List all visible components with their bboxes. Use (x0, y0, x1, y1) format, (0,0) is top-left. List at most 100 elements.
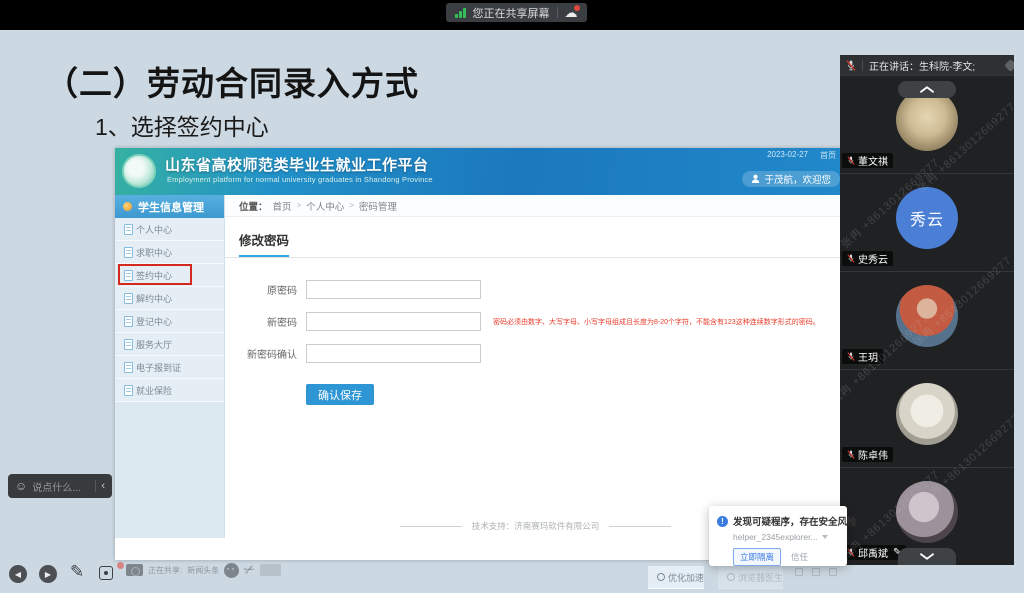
sidebar-item-label: 服务大厅 (136, 338, 172, 351)
sidebar-item-label: 就业保险 (136, 384, 172, 397)
sidebar-item-label: 电子报到证 (136, 361, 181, 374)
sidebar-item-termination-center[interactable]: 解约中心 (115, 287, 224, 310)
share-status-cluster: 正在共享: 新闻头条 ✂ (117, 562, 281, 578)
breadcrumb-separator: > (297, 201, 302, 210)
speaking-label: 正在讲话：生科院-李文; (869, 58, 975, 73)
slide-subtitle: 1、选择签约中心 (95, 108, 269, 142)
portal-home-link[interactable]: 首页 (820, 150, 836, 161)
mic-muted-icon (847, 351, 855, 362)
emoji-icon[interactable]: ☺ (15, 480, 27, 492)
sidebar-header-label: 学生信息管理 (138, 199, 204, 215)
chat-quick-bar[interactable]: ☺ 说点什么... ‹ (8, 474, 112, 498)
confirm-save-button[interactable]: 确认保存 (306, 384, 374, 405)
scroll-down-button[interactable] (898, 548, 956, 565)
chat-input-placeholder[interactable]: 说点什么... (32, 479, 90, 494)
previous-slide-button[interactable]: ◀ (9, 565, 27, 583)
chevron-down-icon (918, 552, 936, 561)
breadcrumb-home[interactable]: 首页 (273, 199, 292, 213)
document-icon (124, 385, 133, 396)
old-password-label: 原密码 (239, 282, 297, 297)
rocket-icon (657, 573, 665, 581)
divider (557, 7, 558, 18)
browser-doctor-button[interactable]: 浏览器医生 (718, 566, 783, 589)
confirm-password-input[interactable] (306, 344, 481, 363)
scroll-up-button[interactable] (898, 81, 956, 98)
speaking-bar: 正在讲话：生科院-李文; (840, 55, 1014, 75)
password-form: 原密码 新密码 密码必须由数字、大写字母、小写字母组成且长度为8-20个字符，不… (225, 258, 846, 405)
emoji-face-icon[interactable] (224, 563, 239, 578)
portal-date: 2023-02-27 (767, 150, 808, 161)
portal-logo-icon (122, 154, 156, 188)
document-icon (124, 224, 133, 235)
portal-footer-text: 技术支持：济南赛玛软件有限公司 (472, 520, 600, 532)
next-slide-button[interactable]: ▶ (39, 565, 57, 583)
mic-muted-icon (847, 449, 855, 460)
participant-tile[interactable]: 王玥 (840, 271, 1014, 369)
tab-change-password[interactable]: 修改密码 (239, 230, 289, 257)
document-icon (124, 293, 133, 304)
participant-name: 董文祺 (858, 153, 888, 168)
quarantine-button[interactable]: 立即隔离 (733, 548, 781, 566)
sidebar-item-job-center[interactable]: 求职中心 (115, 241, 224, 264)
annotate-pencil-button[interactable]: ✎ (70, 562, 84, 582)
mic-muted-icon (847, 155, 855, 166)
sharing-target-label: 新闻头条 (187, 565, 219, 576)
sidebar-item-label: 登记中心 (136, 315, 172, 328)
breadcrumb-password-mgmt[interactable]: 密码管理 (359, 199, 397, 213)
avatar (896, 383, 958, 445)
scissors-icon[interactable]: ✂ (241, 560, 258, 579)
participant-tile[interactable]: 陈卓伟 (840, 369, 1014, 467)
participant-name-tag: 王玥 (842, 349, 883, 364)
share-banner-text: 您正在共享屏幕 (473, 5, 550, 21)
portal-title: 山东省高校师范类毕业生就业工作平台 (165, 154, 429, 175)
laser-pointer-button[interactable] (99, 566, 113, 580)
old-password-input[interactable] (306, 280, 481, 299)
portal-content: 位置： 首页 > 个人中心 > 密码管理 修改密码 原密码 新密码 密码必须由数… (225, 195, 846, 538)
participant-name-tag: 陈卓伟 (842, 447, 893, 462)
sidebar-header: 学生信息管理 (115, 195, 224, 218)
sidebar-item-personal-center[interactable]: 个人中心 (115, 218, 224, 241)
sidebar-item-registration-center[interactable]: 登记中心 (115, 310, 224, 333)
sidebar-item-employment-insurance[interactable]: 就业保险 (115, 379, 224, 402)
recording-dot (117, 562, 124, 569)
mic-muted-icon (847, 547, 855, 558)
sidebar-item-label: 解约中心 (136, 292, 172, 305)
stop-share-button[interactable] (260, 564, 281, 576)
password-rule-hint: 密码必须由数字、大写字母、小写字母组成且长度为8-20个字符，不能含有123这种… (493, 317, 820, 327)
breadcrumb-personal-center[interactable]: 个人中心 (306, 199, 344, 213)
portal-welcome-text: 于茂航，欢迎您 (764, 172, 831, 186)
breadcrumb-separator: > (349, 201, 354, 210)
avatar (896, 481, 958, 543)
document-icon (124, 270, 133, 281)
screen-share-banner: 您正在共享屏幕 ☁ (446, 3, 587, 22)
participant-tile[interactable]: 秀云 史秀云 (840, 173, 1014, 271)
recording-dot (574, 5, 580, 11)
accelerate-button[interactable]: 优化加速 (648, 566, 704, 589)
trust-button[interactable]: 信任 (791, 551, 808, 563)
new-password-input[interactable] (306, 312, 481, 331)
accelerate-label: 优化加速 (668, 571, 704, 584)
camera-icon[interactable] (126, 564, 143, 576)
browser-doctor-label: 浏览器医生 (738, 571, 783, 584)
divider (95, 480, 96, 492)
browser-statusbar: 优化加速 浏览器医生 (648, 566, 783, 589)
document-icon (124, 247, 133, 258)
sidebar-item-signing-center[interactable]: 签约中心 (115, 264, 224, 287)
participant-name-tag: 史秀云 (842, 251, 893, 266)
collapse-chevron-icon[interactable]: ‹ (101, 480, 105, 492)
document-icon (124, 339, 133, 350)
chevron-down-icon[interactable] (822, 535, 828, 539)
sidebar-item-label: 个人中心 (136, 223, 172, 236)
new-password-label: 新密码 (239, 314, 297, 329)
participant-name: 王玥 (858, 349, 878, 364)
prev-arrow-icon: ◀ (15, 570, 21, 579)
document-icon (124, 316, 133, 327)
stop-share-cloud-icon[interactable]: ☁ (565, 6, 578, 19)
participant-tiles: 董文祺 秀云 史秀云 王玥 (840, 75, 1014, 565)
portal-welcome-chip[interactable]: 于茂航，欢迎您 (742, 171, 840, 187)
sidebar-item-e-certificate[interactable]: 电子报到证 (115, 356, 224, 379)
sidebar-item-service-hall[interactable]: 服务大厅 (115, 333, 224, 356)
portal-subtitle-en: Employment platform for normal universit… (167, 175, 433, 184)
statusbar-misc-icons[interactable] (795, 568, 837, 576)
mic-muted-icon (847, 253, 855, 264)
